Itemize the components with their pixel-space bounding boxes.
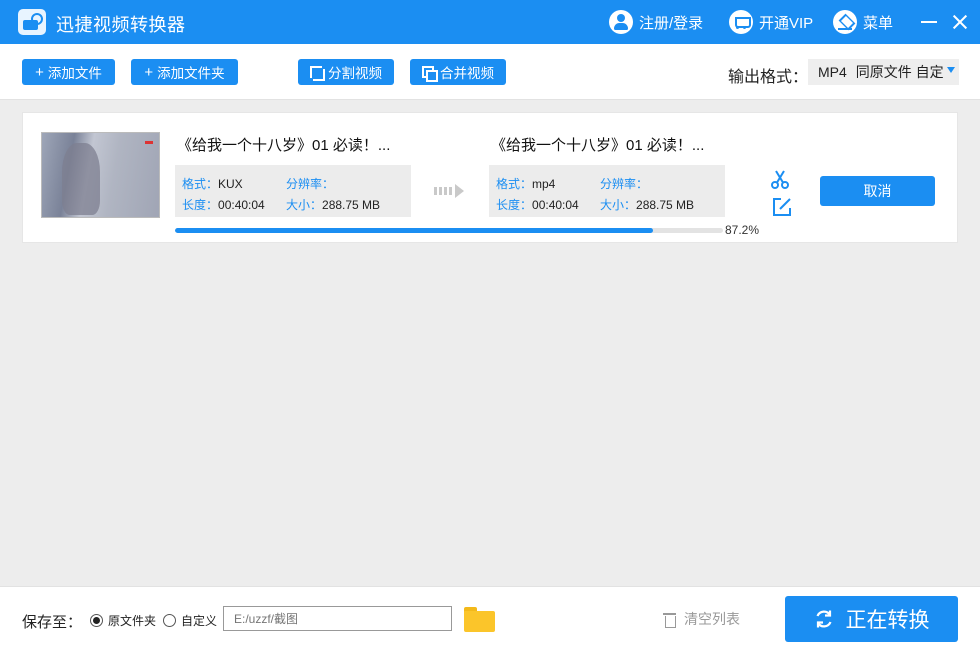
chevron-down-icon	[947, 67, 955, 73]
plus-icon: +	[144, 63, 154, 81]
progress-fill	[175, 228, 653, 233]
sync-icon	[815, 610, 832, 628]
app-title: 迅捷视频转换器	[56, 15, 186, 35]
progress-bar	[175, 228, 723, 233]
cart-icon	[729, 10, 753, 34]
source-resolution: 分辨率：	[286, 177, 335, 191]
merge-video-label: 合并视频	[440, 66, 494, 81]
target-format: 格式：mp4	[496, 177, 556, 191]
save-path-input[interactable]	[223, 606, 452, 631]
login-button[interactable]: 注册/登录	[609, 10, 703, 34]
radio-original-label: 原文件夹	[108, 614, 157, 628]
trash-icon	[663, 612, 676, 628]
title-bar: 迅捷视频转换器 注册/登录 开通VIP 菜单	[0, 0, 980, 44]
split-video-button[interactable]: 分割视频	[298, 59, 394, 85]
minimize-icon[interactable]	[921, 21, 937, 23]
clear-list-button[interactable]: 清空列表	[663, 609, 740, 629]
merge-video-button[interactable]: 合并视频	[410, 59, 506, 85]
vip-button[interactable]: 开通VIP	[729, 10, 813, 34]
crop-icon	[310, 66, 325, 81]
source-info-panel: 格式：KUX 分辨率： 长度：00:40:04 大小：288.75 MB	[175, 165, 411, 217]
target-resolution: 分辨率：	[600, 177, 649, 191]
merge-icon	[422, 66, 438, 82]
add-folder-label: 添加文件夹	[157, 66, 225, 81]
convert-button[interactable]: 正在转换	[785, 596, 958, 642]
scissors-icon[interactable]	[770, 170, 790, 190]
menu-label: 菜单	[863, 14, 894, 32]
file-item-card: 《给我一个十八岁》01 必读！... 格式：KUX 分辨率： 长度：00:40:…	[22, 112, 958, 243]
video-thumbnail	[41, 132, 160, 218]
add-folder-button[interactable]: + 添加文件夹	[131, 59, 238, 85]
convert-label: 正在转换	[845, 609, 930, 632]
progress-percent: 87.2%	[725, 223, 760, 237]
target-duration: 长度：00:40:04	[496, 198, 579, 212]
output-format-label: 输出格式：	[728, 69, 809, 86]
plus-icon: +	[35, 63, 44, 81]
menu-button[interactable]: 菜单	[833, 10, 893, 34]
toolbar: + 添加文件 + 添加文件夹 分割视频 合并视频 输出格式： MP4 同原文件 …	[0, 44, 980, 100]
folder-icon[interactable]	[464, 607, 495, 632]
vip-label: 开通VIP	[759, 14, 814, 32]
add-file-label: 添加文件	[47, 66, 102, 81]
source-file-name: 《给我一个十八岁》01 必读！...	[177, 137, 391, 154]
layers-icon	[833, 10, 857, 34]
close-icon[interactable]	[950, 12, 970, 32]
radio-original-folder[interactable]: 原文件夹	[90, 612, 156, 629]
source-format: 格式：KUX	[182, 177, 243, 191]
output-format-value: MP4	[818, 64, 847, 80]
output-quality-value: 同原文件 自定	[855, 64, 944, 80]
target-info-panel: 格式：mp4 分辨率： 长度：00:40:04 大小：288.75 MB	[489, 165, 725, 217]
radio-unselected-icon	[163, 614, 176, 627]
target-size: 大小：288.75 MB	[600, 198, 695, 212]
split-video-label: 分割视频	[328, 66, 382, 81]
user-icon	[609, 10, 633, 34]
bottom-bar: 保存至： 原文件夹 自定义 清空列表 正在转换	[0, 586, 980, 650]
add-file-button[interactable]: + 添加文件	[22, 59, 115, 85]
output-format-select[interactable]: MP4 同原文件 自定	[808, 59, 959, 85]
radio-custom-label: 自定义	[181, 614, 218, 628]
source-size: 大小：288.75 MB	[286, 198, 381, 212]
edit-icon[interactable]	[772, 197, 792, 217]
radio-selected-icon	[90, 614, 103, 627]
save-to-label: 保存至：	[22, 614, 83, 631]
clear-list-label: 清空列表	[684, 611, 740, 627]
radio-custom-folder[interactable]: 自定义	[163, 612, 217, 629]
arrow-right-icon	[434, 184, 466, 198]
cancel-button[interactable]: 取消	[820, 176, 935, 206]
login-label: 注册/登录	[639, 14, 704, 32]
source-duration: 长度：00:40:04	[182, 198, 265, 212]
target-file-name: 《给我一个十八岁》01 必读！...	[491, 137, 705, 154]
app-logo-icon	[18, 9, 46, 35]
